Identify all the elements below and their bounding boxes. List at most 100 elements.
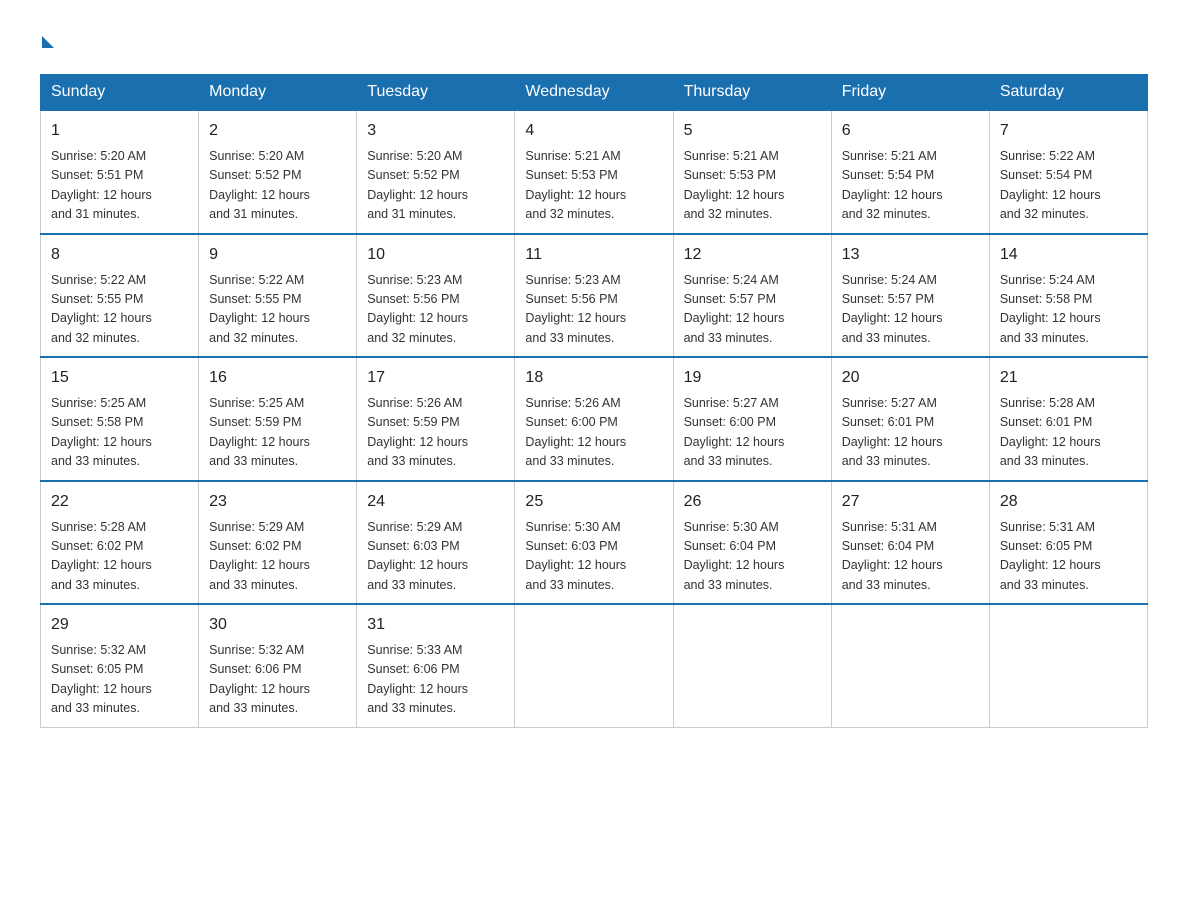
logo-block <box>40 30 54 54</box>
day-info: Sunrise: 5:22 AMSunset: 5:55 PMDaylight:… <box>51 271 188 349</box>
calendar-cell: 22 Sunrise: 5:28 AMSunset: 6:02 PMDaylig… <box>41 481 199 605</box>
day-number: 8 <box>51 243 188 267</box>
day-info: Sunrise: 5:24 AMSunset: 5:57 PMDaylight:… <box>684 271 821 349</box>
day-info: Sunrise: 5:30 AMSunset: 6:03 PMDaylight:… <box>525 518 662 596</box>
day-number: 5 <box>684 119 821 143</box>
calendar-cell: 11 Sunrise: 5:23 AMSunset: 5:56 PMDaylig… <box>515 234 673 358</box>
calendar-cell: 17 Sunrise: 5:26 AMSunset: 5:59 PMDaylig… <box>357 357 515 481</box>
day-number: 27 <box>842 490 979 514</box>
calendar-cell: 26 Sunrise: 5:30 AMSunset: 6:04 PMDaylig… <box>673 481 831 605</box>
calendar-cell: 15 Sunrise: 5:25 AMSunset: 5:58 PMDaylig… <box>41 357 199 481</box>
calendar-cell: 20 Sunrise: 5:27 AMSunset: 6:01 PMDaylig… <box>831 357 989 481</box>
calendar-cell: 28 Sunrise: 5:31 AMSunset: 6:05 PMDaylig… <box>989 481 1147 605</box>
day-info: Sunrise: 5:23 AMSunset: 5:56 PMDaylight:… <box>525 271 662 349</box>
header-sunday: Sunday <box>41 75 199 111</box>
day-number: 30 <box>209 613 346 637</box>
day-number: 31 <box>367 613 504 637</box>
day-number: 26 <box>684 490 821 514</box>
day-number: 2 <box>209 119 346 143</box>
day-info: Sunrise: 5:26 AMSunset: 6:00 PMDaylight:… <box>525 394 662 472</box>
calendar-cell: 23 Sunrise: 5:29 AMSunset: 6:02 PMDaylig… <box>199 481 357 605</box>
day-info: Sunrise: 5:31 AMSunset: 6:05 PMDaylight:… <box>1000 518 1137 596</box>
calendar-cell: 9 Sunrise: 5:22 AMSunset: 5:55 PMDayligh… <box>199 234 357 358</box>
day-info: Sunrise: 5:25 AMSunset: 5:58 PMDaylight:… <box>51 394 188 472</box>
calendar-cell: 24 Sunrise: 5:29 AMSunset: 6:03 PMDaylig… <box>357 481 515 605</box>
header-thursday: Thursday <box>673 75 831 111</box>
day-info: Sunrise: 5:20 AMSunset: 5:51 PMDaylight:… <box>51 147 188 225</box>
day-number: 6 <box>842 119 979 143</box>
day-info: Sunrise: 5:28 AMSunset: 6:02 PMDaylight:… <box>51 518 188 596</box>
day-number: 22 <box>51 490 188 514</box>
logo-arrow-icon <box>42 36 54 48</box>
day-number: 23 <box>209 490 346 514</box>
calendar-cell: 5 Sunrise: 5:21 AMSunset: 5:53 PMDayligh… <box>673 110 831 234</box>
day-info: Sunrise: 5:27 AMSunset: 6:01 PMDaylight:… <box>842 394 979 472</box>
day-number: 16 <box>209 366 346 390</box>
calendar-cell: 25 Sunrise: 5:30 AMSunset: 6:03 PMDaylig… <box>515 481 673 605</box>
calendar-body: 1 Sunrise: 5:20 AMSunset: 5:51 PMDayligh… <box>41 110 1148 727</box>
day-number: 1 <box>51 119 188 143</box>
calendar-cell: 1 Sunrise: 5:20 AMSunset: 5:51 PMDayligh… <box>41 110 199 234</box>
calendar-cell: 4 Sunrise: 5:21 AMSunset: 5:53 PMDayligh… <box>515 110 673 234</box>
day-number: 12 <box>684 243 821 267</box>
calendar-header: SundayMondayTuesdayWednesdayThursdayFrid… <box>41 75 1148 111</box>
day-number: 29 <box>51 613 188 637</box>
day-number: 24 <box>367 490 504 514</box>
calendar-cell: 7 Sunrise: 5:22 AMSunset: 5:54 PMDayligh… <box>989 110 1147 234</box>
calendar-cell: 29 Sunrise: 5:32 AMSunset: 6:05 PMDaylig… <box>41 604 199 727</box>
day-info: Sunrise: 5:21 AMSunset: 5:54 PMDaylight:… <box>842 147 979 225</box>
logo <box>40 30 54 54</box>
day-number: 13 <box>842 243 979 267</box>
day-number: 28 <box>1000 490 1137 514</box>
day-number: 9 <box>209 243 346 267</box>
day-info: Sunrise: 5:22 AMSunset: 5:55 PMDaylight:… <box>209 271 346 349</box>
week-row-3: 15 Sunrise: 5:25 AMSunset: 5:58 PMDaylig… <box>41 357 1148 481</box>
calendar-cell: 31 Sunrise: 5:33 AMSunset: 6:06 PMDaylig… <box>357 604 515 727</box>
day-info: Sunrise: 5:28 AMSunset: 6:01 PMDaylight:… <box>1000 394 1137 472</box>
calendar-cell: 13 Sunrise: 5:24 AMSunset: 5:57 PMDaylig… <box>831 234 989 358</box>
day-number: 10 <box>367 243 504 267</box>
page-header <box>40 30 1148 54</box>
calendar-cell <box>515 604 673 727</box>
day-info: Sunrise: 5:25 AMSunset: 5:59 PMDaylight:… <box>209 394 346 472</box>
day-number: 18 <box>525 366 662 390</box>
header-friday: Friday <box>831 75 989 111</box>
calendar-cell <box>673 604 831 727</box>
day-info: Sunrise: 5:32 AMSunset: 6:05 PMDaylight:… <box>51 641 188 719</box>
day-number: 17 <box>367 366 504 390</box>
week-row-5: 29 Sunrise: 5:32 AMSunset: 6:05 PMDaylig… <box>41 604 1148 727</box>
day-info: Sunrise: 5:21 AMSunset: 5:53 PMDaylight:… <box>525 147 662 225</box>
calendar-cell: 10 Sunrise: 5:23 AMSunset: 5:56 PMDaylig… <box>357 234 515 358</box>
calendar-cell: 6 Sunrise: 5:21 AMSunset: 5:54 PMDayligh… <box>831 110 989 234</box>
calendar-cell: 8 Sunrise: 5:22 AMSunset: 5:55 PMDayligh… <box>41 234 199 358</box>
week-row-2: 8 Sunrise: 5:22 AMSunset: 5:55 PMDayligh… <box>41 234 1148 358</box>
calendar-cell: 19 Sunrise: 5:27 AMSunset: 6:00 PMDaylig… <box>673 357 831 481</box>
header-monday: Monday <box>199 75 357 111</box>
calendar-cell: 12 Sunrise: 5:24 AMSunset: 5:57 PMDaylig… <box>673 234 831 358</box>
day-info: Sunrise: 5:30 AMSunset: 6:04 PMDaylight:… <box>684 518 821 596</box>
day-number: 3 <box>367 119 504 143</box>
day-number: 15 <box>51 366 188 390</box>
day-info: Sunrise: 5:33 AMSunset: 6:06 PMDaylight:… <box>367 641 504 719</box>
week-row-4: 22 Sunrise: 5:28 AMSunset: 6:02 PMDaylig… <box>41 481 1148 605</box>
calendar-cell: 27 Sunrise: 5:31 AMSunset: 6:04 PMDaylig… <box>831 481 989 605</box>
calendar-cell: 2 Sunrise: 5:20 AMSunset: 5:52 PMDayligh… <box>199 110 357 234</box>
calendar-table: SundayMondayTuesdayWednesdayThursdayFrid… <box>40 74 1148 728</box>
calendar-cell: 18 Sunrise: 5:26 AMSunset: 6:00 PMDaylig… <box>515 357 673 481</box>
day-info: Sunrise: 5:20 AMSunset: 5:52 PMDaylight:… <box>367 147 504 225</box>
day-info: Sunrise: 5:21 AMSunset: 5:53 PMDaylight:… <box>684 147 821 225</box>
header-saturday: Saturday <box>989 75 1147 111</box>
day-number: 20 <box>842 366 979 390</box>
day-info: Sunrise: 5:27 AMSunset: 6:00 PMDaylight:… <box>684 394 821 472</box>
header-wednesday: Wednesday <box>515 75 673 111</box>
header-row: SundayMondayTuesdayWednesdayThursdayFrid… <box>41 75 1148 111</box>
day-number: 14 <box>1000 243 1137 267</box>
calendar-cell <box>989 604 1147 727</box>
calendar-cell: 14 Sunrise: 5:24 AMSunset: 5:58 PMDaylig… <box>989 234 1147 358</box>
header-tuesday: Tuesday <box>357 75 515 111</box>
calendar-cell <box>831 604 989 727</box>
day-info: Sunrise: 5:31 AMSunset: 6:04 PMDaylight:… <box>842 518 979 596</box>
day-info: Sunrise: 5:29 AMSunset: 6:02 PMDaylight:… <box>209 518 346 596</box>
day-number: 25 <box>525 490 662 514</box>
day-info: Sunrise: 5:29 AMSunset: 6:03 PMDaylight:… <box>367 518 504 596</box>
